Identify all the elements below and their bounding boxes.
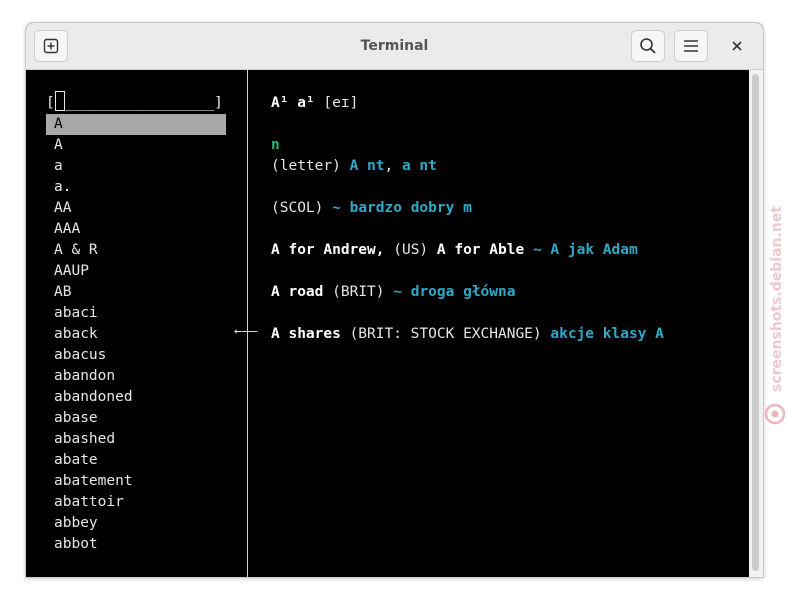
watermark-text: screenshots.debian.net — [769, 206, 785, 392]
search-bracket-close: ] — [214, 95, 223, 111]
search-field[interactable]: [ _________________] — [46, 91, 223, 111]
list-item-selected[interactable]: A — [46, 114, 226, 135]
search-button[interactable] — [631, 30, 665, 62]
menu-button[interactable] — [674, 30, 708, 62]
list-item[interactable]: AAUP — [46, 261, 226, 282]
list-item[interactable]: abate — [46, 450, 226, 471]
search-input-underline[interactable]: _________________ — [66, 95, 214, 111]
sense-1-label: (letter) — [271, 158, 341, 174]
close-icon — [732, 41, 742, 51]
sense-1-translation-2: a nt — [401, 158, 437, 174]
list-item[interactable]: abatement — [46, 471, 226, 492]
part-of-speech: n — [271, 137, 280, 153]
list-item[interactable]: abaci — [46, 303, 226, 324]
list-item[interactable]: abbot — [46, 534, 226, 555]
phrase-1-region: (US) — [393, 242, 429, 258]
phrase-2-text: A road — [271, 284, 324, 300]
close-button[interactable] — [721, 30, 753, 62]
list-item[interactable]: aback — [46, 324, 226, 345]
sense-2-translation: ~ bardzo dobry m — [332, 200, 472, 216]
watermark: screenshots.debian.net — [764, 206, 786, 425]
title-bar: Terminal — [26, 23, 763, 70]
phrase-2-region: (BRIT) — [332, 284, 385, 300]
debian-swirl-center — [771, 410, 779, 418]
phrase-1-translation: ~ A jak Adam — [532, 242, 638, 258]
search-bracket-open: [ — [46, 95, 55, 111]
list-item[interactable]: abase — [46, 408, 226, 429]
headword: A¹ a¹ — [271, 95, 315, 111]
list-item[interactable]: AB — [46, 282, 226, 303]
pointer-arrow: ←—— — [234, 324, 258, 339]
terminal-content[interactable]: [_________________] A Aa a. AA AAA A & R AAUP A… — [26, 70, 749, 577]
hamburger-menu-icon — [684, 40, 698, 52]
sense-2: (SCOL) ~ bardzo dobry m — [271, 200, 472, 216]
phrase-1-text: A for Andrew, — [271, 242, 385, 258]
phrase-2: A road (BRIT) ~ droga główna — [271, 284, 515, 300]
list-item[interactable]: abbey — [46, 513, 226, 534]
list-item[interactable]: AAA — [46, 219, 226, 240]
phrase-3-text: A shares — [271, 326, 341, 342]
list-item[interactable]: A — [46, 135, 226, 156]
phrase-3: A shares (BRIT: STOCK EXCHANGE) akcje kl… — [271, 326, 664, 342]
list-item[interactable]: abacus — [46, 345, 226, 366]
list-item[interactable]: a. — [46, 177, 226, 198]
scrollbar[interactable] — [749, 70, 763, 577]
phrase-1-variant: A for Able — [436, 242, 525, 258]
sense-1-translation-1: A nt — [349, 158, 385, 174]
word-list[interactable]: A Aa a. AA AAA A & R AAUP AB abaci aback abacus aba… — [46, 114, 226, 555]
pronunciation: [eɪ] — [323, 95, 359, 111]
search-icon — [640, 38, 656, 54]
phrase-1: A for Andrew, (US) A for Able ~ A jak Ad… — [271, 242, 638, 258]
list-item[interactable]: abattoir — [46, 492, 226, 513]
list-item[interactable]: abashed — [46, 429, 226, 450]
phrase-3-translation: akcje klasy A — [550, 326, 664, 342]
phrase-3-region: (BRIT: STOCK EXCHANGE) — [349, 326, 542, 342]
sense-1-separator: , — [384, 158, 394, 174]
sense-1: (letter) A nt, a nt — [271, 158, 437, 174]
list-item[interactable]: A & R — [46, 240, 226, 261]
terminal-window: Terminal [_________________] A Aa a. AA AAA A… — [25, 22, 764, 578]
list-item[interactable]: abandon — [46, 366, 226, 387]
text-cursor — [54, 91, 65, 111]
sense-2-label: (SCOL) — [271, 200, 324, 216]
phrase-2-translation: ~ droga główna — [393, 284, 516, 300]
list-item[interactable]: abandoned — [46, 387, 226, 408]
list-item[interactable]: AA — [46, 198, 226, 219]
list-item[interactable]: a — [46, 156, 226, 177]
headword-line: A¹ a¹ [eɪ] — [271, 95, 358, 111]
scrollbar-thumb[interactable] — [752, 74, 759, 571]
